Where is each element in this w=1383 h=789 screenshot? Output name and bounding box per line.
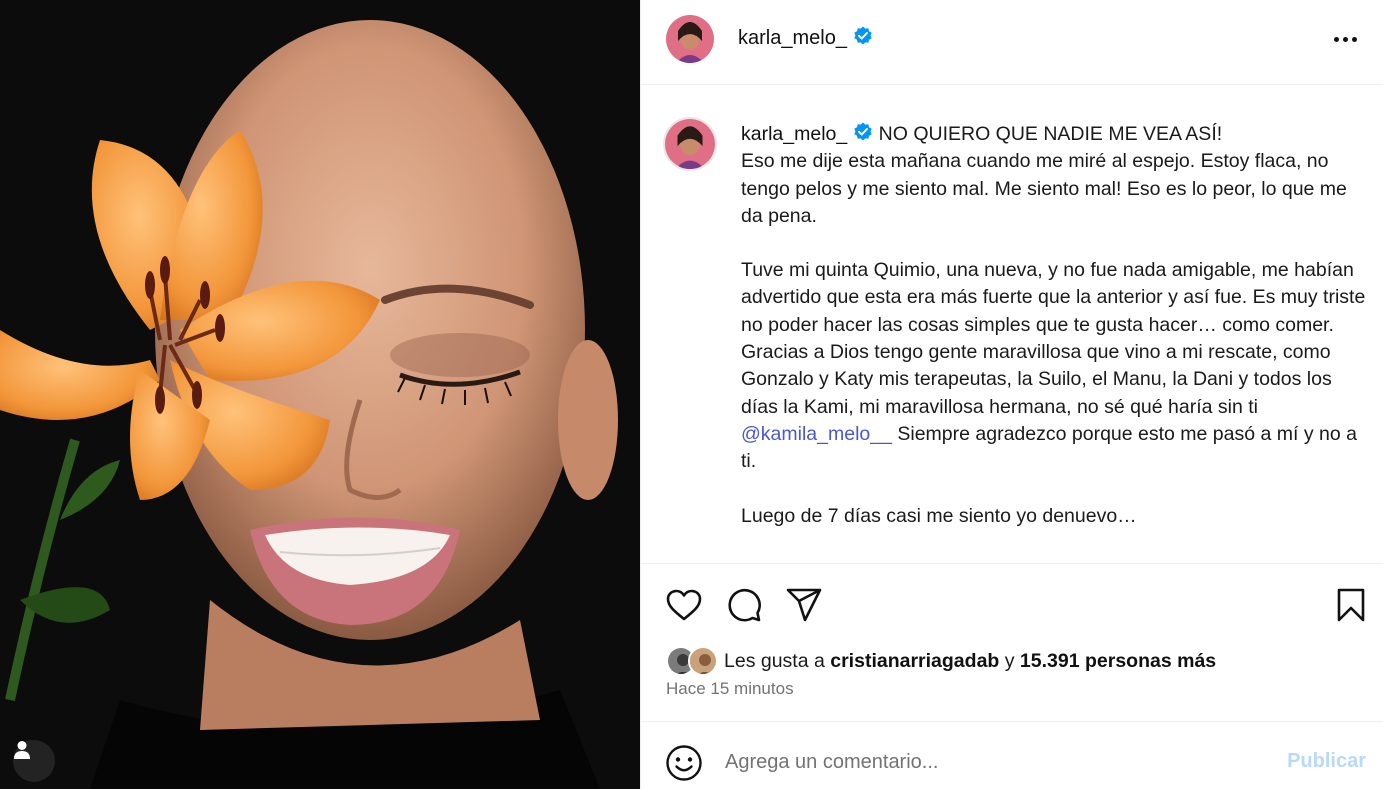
heart-icon bbox=[666, 589, 702, 621]
post-photo[interactable] bbox=[0, 0, 640, 789]
caption-avatar[interactable] bbox=[663, 117, 717, 171]
tag-user-button[interactable] bbox=[13, 740, 55, 782]
caption-paragraph: Gracias a Dios tengo gente maravillosa q… bbox=[741, 339, 1371, 475]
caption-paragraph: Eso me dije esta mañana cuando me miré a… bbox=[741, 150, 1347, 227]
share-icon bbox=[786, 588, 822, 622]
likes-connector: y bbox=[999, 649, 1020, 672]
caption-text: Gracias a Dios tengo gente maravillosa q… bbox=[741, 341, 1332, 418]
post-image bbox=[0, 0, 640, 789]
post-header: karla_melo_ bbox=[641, 0, 1383, 85]
likes-text: Les gusta a cristianarriagadab y 15.391 … bbox=[724, 650, 1216, 673]
comment-bar: Publicar bbox=[641, 721, 1383, 789]
avatar-image bbox=[666, 15, 714, 63]
comment-input[interactable] bbox=[725, 746, 1265, 778]
post-caption: karla_melo_ NO QUIERO QUE NADIE ME VEA A… bbox=[741, 121, 1371, 530]
more-dot bbox=[1351, 36, 1357, 42]
likes-count[interactable]: 15.391 personas más bbox=[1020, 650, 1216, 672]
liker-username[interactable]: cristianarriagadab bbox=[830, 650, 999, 672]
comment-icon bbox=[728, 588, 761, 622]
user-tag-icon bbox=[14, 741, 30, 759]
liker-avatars bbox=[666, 646, 720, 676]
avatar[interactable] bbox=[666, 15, 714, 63]
emoji-icon bbox=[666, 745, 702, 781]
liker-avatar bbox=[688, 646, 718, 676]
bookmark-icon bbox=[1337, 588, 1365, 622]
mention-link[interactable]: @kamila_melo__ bbox=[741, 423, 892, 445]
caption-paragraph: Luego de 7 días casi me siento yo denuev… bbox=[741, 504, 1137, 527]
more-options-button[interactable] bbox=[1330, 26, 1360, 52]
likes-summary: Les gusta a cristianarriagadab y 15.391 … bbox=[666, 645, 1216, 677]
caption-headline: NO QUIERO QUE NADIE ME VEA ASÍ! bbox=[878, 123, 1223, 145]
verified-badge-icon bbox=[854, 122, 872, 141]
more-options-icon bbox=[1333, 36, 1339, 42]
save-button[interactable] bbox=[1331, 585, 1371, 625]
caption-area: karla_melo_ NO QUIERO QUE NADIE ME VEA A… bbox=[641, 86, 1383, 562]
publish-button[interactable]: Publicar bbox=[1287, 750, 1366, 773]
avatar-image bbox=[665, 119, 715, 169]
post-timestamp[interactable]: Hace 15 minutos bbox=[666, 679, 794, 699]
like-button[interactable] bbox=[664, 585, 704, 625]
more-dot bbox=[1342, 36, 1348, 42]
action-bar bbox=[641, 563, 1383, 643]
emoji-button[interactable] bbox=[665, 744, 703, 782]
post-author-username[interactable]: karla_melo_ bbox=[738, 26, 873, 50]
post-sidebar: karla_melo_ karla_melo_ NO QUIERO QUE NA… bbox=[640, 0, 1383, 789]
caption-paragraph: Tuve mi quinta Quimio, una nueva, y no f… bbox=[741, 259, 1366, 336]
caption-username[interactable]: karla_melo_ bbox=[741, 123, 847, 145]
username-text: karla_melo_ bbox=[738, 27, 847, 49]
likes-prefix: Les gusta a bbox=[724, 649, 831, 672]
comment-button[interactable] bbox=[724, 585, 764, 625]
share-button[interactable] bbox=[784, 585, 824, 625]
verified-badge-icon bbox=[854, 26, 872, 45]
